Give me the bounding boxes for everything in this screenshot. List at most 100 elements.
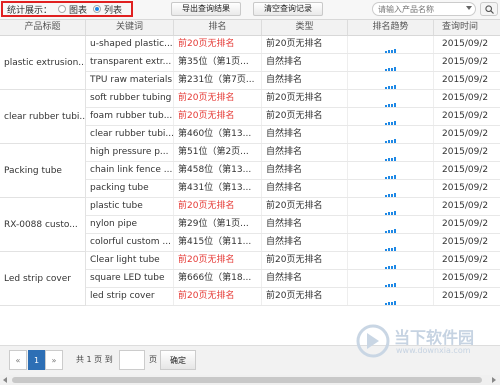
type-cell: 自然排名 — [262, 126, 348, 143]
trend-bars-icon[interactable] — [384, 144, 397, 161]
trend-bars-icon[interactable] — [384, 234, 397, 251]
type-cell: 前20页无排名 — [262, 108, 348, 125]
product-search-box[interactable] — [372, 2, 476, 16]
scroll-left-icon[interactable] — [3, 377, 7, 383]
trend-cell[interactable] — [348, 198, 434, 215]
time-cell: 2015/09/2 — [442, 291, 489, 301]
pager-prev-button[interactable]: « — [9, 350, 27, 370]
table-row[interactable]: packing tube 第431位（第13... 自然排名 2015/09/2 — [86, 180, 500, 198]
trend-bars-icon[interactable] — [384, 162, 397, 179]
table-row[interactable]: u-shaped plastic... 前20页无排名 前20页无排名 2015/09… — [86, 36, 500, 54]
rank-cell: 第51位（第2页... — [174, 144, 262, 161]
rank-cell: 前20页无排名 — [174, 252, 262, 269]
rank-cell: 第460位（第13... — [174, 126, 262, 143]
trend-cell[interactable] — [348, 54, 434, 71]
trend-cell[interactable] — [348, 36, 434, 53]
table-row[interactable]: TPU raw materials 第231位（第7页... 自然排名 2015/09… — [86, 72, 500, 90]
radio-chart[interactable] — [58, 5, 67, 13]
export-results-button[interactable]: 导出查询结果 — [171, 2, 241, 16]
type-cell: 自然排名 — [262, 162, 348, 179]
horizontal-scrollbar[interactable] — [0, 375, 500, 385]
keyword-cell: clear rubber tubi... — [86, 126, 174, 143]
table-row[interactable]: transparent extr... 第35位（第1页... 自然排名 2015/0… — [86, 54, 500, 72]
col-header-keyword[interactable]: 关键词 — [86, 20, 174, 35]
table-row[interactable]: foam rubber tub... 前20页无排名 前20页无排名 2015/09/… — [86, 108, 500, 126]
table-row[interactable]: Clear light tube 前20页无排名 前20页无排名 2015/09/2 — [86, 252, 500, 270]
table-row[interactable]: led strip cover 前20页无排名 前20页无排名 2015/09/2 — [86, 288, 500, 306]
trend-bars-icon[interactable] — [384, 90, 397, 107]
radio-list-label[interactable]: 列表 — [104, 3, 122, 16]
scrollbar-thumb[interactable] — [12, 377, 482, 383]
trend-bars-icon[interactable] — [384, 288, 397, 305]
table-row[interactable]: clear rubber tubi... 第460位（第13... 自然排名 2015… — [86, 126, 500, 144]
rank-cell: 第666位（第18... — [174, 270, 262, 287]
product-title-cell: plastic extrusion... — [0, 36, 86, 90]
keyword-cell: square LED tube — [86, 270, 174, 287]
watermark-logo-icon — [356, 324, 390, 358]
rank-cell: 前20页无排名 — [174, 288, 262, 305]
trend-cell[interactable] — [348, 108, 434, 125]
pager-page-1[interactable]: 1 — [28, 350, 45, 370]
pager-goto-input[interactable] — [119, 350, 145, 370]
trend-bars-icon[interactable] — [384, 252, 397, 269]
trend-cell[interactable] — [348, 126, 434, 143]
radio-list[interactable] — [93, 5, 102, 13]
keyword-cell: high pressure p... — [86, 144, 174, 161]
clear-history-button[interactable]: 清空查询记录 — [253, 2, 323, 16]
col-header-trend[interactable]: 排名趋势 — [348, 20, 434, 35]
scroll-right-icon[interactable] — [492, 377, 496, 383]
pager-confirm-button[interactable]: 确定 — [160, 350, 196, 370]
pager-next-button[interactable]: » — [45, 350, 63, 370]
type-cell: 前20页无排名 — [262, 288, 348, 305]
keyword-cell: TPU raw materials — [86, 72, 174, 89]
radio-chart-label[interactable]: 图表 — [69, 3, 87, 16]
trend-cell[interactable] — [348, 180, 434, 197]
trend-bars-icon[interactable] — [384, 126, 397, 143]
table-row[interactable]: colorful custom ... 第415位（第11... 自然排名 2015/… — [86, 234, 500, 252]
keyword-cell: foam rubber tub... — [86, 108, 174, 125]
table-row[interactable]: nylon pipe 第29位（第1页... 自然排名 2015/09/2 — [86, 216, 500, 234]
trend-bars-icon[interactable] — [384, 54, 397, 71]
trend-bars-icon[interactable] — [384, 180, 397, 197]
col-header-product[interactable]: 产品标题 — [0, 20, 86, 35]
col-header-rank[interactable]: 排名 — [174, 20, 262, 35]
time-cell: 2015/09/2 — [442, 57, 489, 67]
toolbar: 统计展示： 图表 列表 导出查询结果 清空查询记录 — [0, 0, 500, 20]
chevron-down-icon[interactable] — [466, 6, 472, 10]
time-cell: 2015/09/2 — [442, 201, 489, 211]
watermark: 当下软件园 www.downxia.com — [356, 322, 498, 362]
trend-cell[interactable] — [348, 288, 434, 305]
trend-cell[interactable] — [348, 72, 434, 89]
col-header-type[interactable]: 类型 — [262, 20, 348, 35]
table-row[interactable]: square LED tube 第666位（第18... 自然排名 2015/09/2 — [86, 270, 500, 288]
trend-bars-icon[interactable] — [384, 36, 397, 53]
keyword-cell: nylon pipe — [86, 216, 174, 233]
trend-cell[interactable] — [348, 216, 434, 233]
trend-cell[interactable] — [348, 252, 434, 269]
trend-bars-icon[interactable] — [384, 216, 397, 233]
time-cell: 2015/09/2 — [442, 147, 489, 157]
time-cell: 2015/09/2 — [442, 183, 489, 193]
product-search-input[interactable] — [373, 3, 458, 15]
time-cell: 2015/09/2 — [442, 129, 489, 139]
product-title-cell: clear rubber tubi... — [0, 90, 86, 144]
table-row[interactable]: high pressure p... 第51位（第2页... 自然排名 2015/09… — [86, 144, 500, 162]
display-mode-group: 统计展示： 图表 列表 — [1, 1, 133, 17]
table-row[interactable]: soft rubber tubing 前20页无排名 前20页无排名 2015/09/… — [86, 90, 500, 108]
trend-bars-icon[interactable] — [384, 198, 397, 215]
trend-bars-icon[interactable] — [384, 270, 397, 287]
search-button[interactable] — [480, 2, 498, 16]
trend-bars-icon[interactable] — [384, 108, 397, 125]
trend-bars-icon[interactable] — [384, 72, 397, 89]
table-row[interactable]: chain link fence ... 第458位（第13... 自然排名 2015… — [86, 162, 500, 180]
trend-cell[interactable] — [348, 270, 434, 287]
rank-cell: 第415位（第11... — [174, 234, 262, 251]
table-row[interactable]: plastic tube 前20页无排名 前20页无排名 2015/09/2 — [86, 198, 500, 216]
col-header-time[interactable]: 查询时间 — [434, 20, 500, 35]
trend-cell[interactable] — [348, 90, 434, 107]
trend-cell[interactable] — [348, 162, 434, 179]
type-cell: 自然排名 — [262, 180, 348, 197]
trend-cell[interactable] — [348, 144, 434, 161]
trend-cell[interactable] — [348, 234, 434, 251]
keyword-cell: chain link fence ... — [86, 162, 174, 179]
